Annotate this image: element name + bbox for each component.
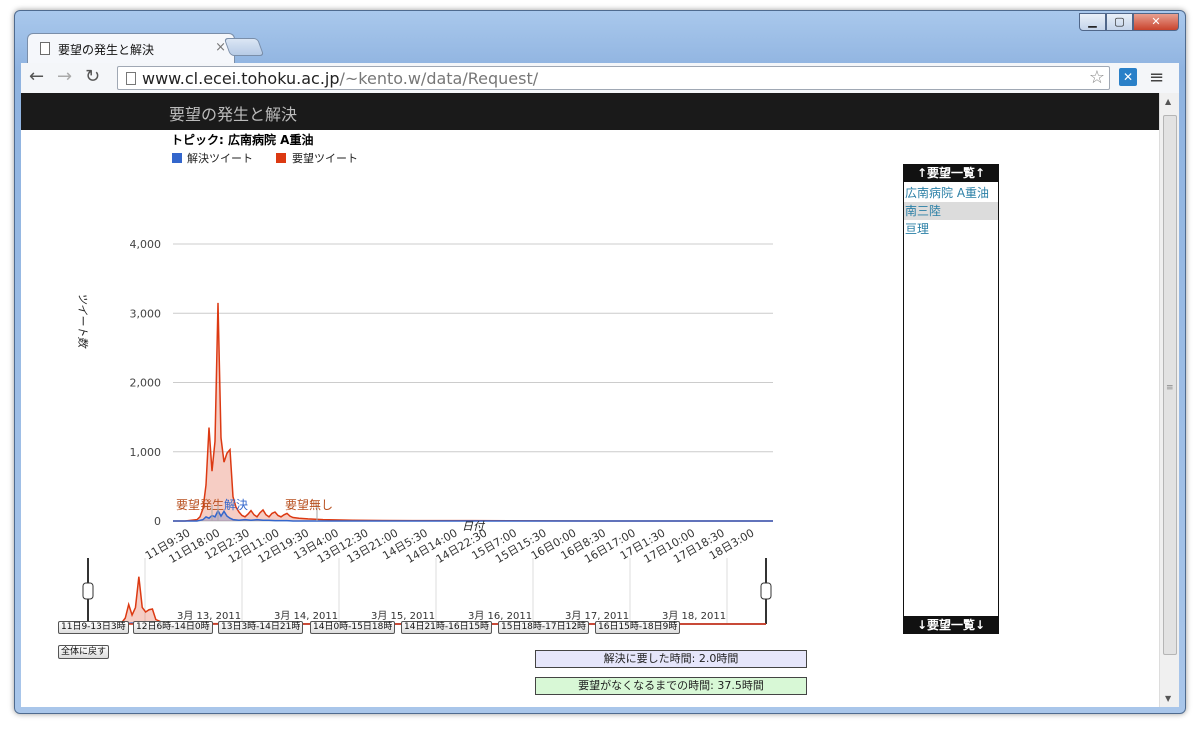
- maximize-button[interactable]: ▢: [1106, 13, 1133, 31]
- series-layer: [173, 302, 773, 522]
- range-button[interactable]: 15日18時-17日12時: [498, 621, 590, 634]
- page-icon: [126, 72, 136, 85]
- range-button[interactable]: 14日21時-16日15時: [401, 621, 493, 634]
- scrollbar-grip-icon: ≡: [1166, 383, 1174, 393]
- request-list-item[interactable]: 南三陸: [904, 202, 998, 220]
- annotation-label: 解決: [224, 498, 248, 512]
- page-header: 要望の発生と解決: [21, 93, 1159, 130]
- x-axis-label: 日付: [462, 520, 486, 533]
- legend-swatch-request: [276, 153, 286, 163]
- page-icon: [40, 42, 50, 55]
- page-title: 要望の発生と解決: [169, 105, 298, 124]
- y-axis-label: ツイート数: [76, 293, 89, 350]
- y-tick-label: 2,000: [130, 377, 162, 390]
- annotation-label: 要望無し: [285, 497, 333, 512]
- range-handle-right[interactable]: [760, 582, 772, 600]
- series-area: [173, 302, 773, 521]
- request-list-scroll-up[interactable]: ↑要望一覧↑: [903, 164, 999, 182]
- browser-window: 要望の発生と解決 × ▁ ▢ ✕ ← → ↻ www.cl.ecei.tohok…: [14, 10, 1186, 714]
- series-line: [173, 302, 773, 522]
- chart-title: トピック: 広南病院 A重油: [171, 132, 313, 147]
- legend-label-resolve: 解決ツイート: [187, 151, 253, 165]
- range-button[interactable]: 12日6時-14日0時: [133, 621, 213, 634]
- y-tick-label: 1,000: [130, 446, 162, 459]
- request-list-scroll-down[interactable]: ↓要望一覧↓: [903, 616, 999, 634]
- minimize-button[interactable]: ▁: [1079, 13, 1106, 31]
- range-button[interactable]: 14日0時-15日18時: [310, 621, 396, 634]
- legend-swatch-resolve: [172, 153, 182, 163]
- url-text: www.cl.ecei.tohoku.ac.jp/~kento.w/data/R…: [142, 69, 538, 88]
- address-bar[interactable]: www.cl.ecei.tohoku.ac.jp/~kento.w/data/R…: [117, 66, 1110, 90]
- title-bar: 要望の発生と解決 × ▁ ▢ ✕: [15, 11, 1185, 63]
- range-handle-left[interactable]: [82, 582, 94, 600]
- legend-label-request: 要望ツイート: [292, 152, 358, 165]
- request-list: 広南病院 A重油 南三陸 亘理: [904, 184, 998, 238]
- url-host: www.cl.ecei.tohoku.ac.jp: [142, 69, 340, 88]
- request-list-item[interactable]: 亘理: [904, 220, 998, 238]
- window-controls: ▁ ▢ ✕: [1079, 13, 1179, 31]
- page-viewport: 要望の発生と解決 トピック: 広南病院 A重油 解決ツイート 要望ツイート 0 1…: [21, 93, 1179, 707]
- bookmark-star-icon[interactable]: ☆: [1089, 67, 1105, 88]
- grid-lines: [173, 243, 773, 522]
- page-scrollbar[interactable]: ▲ ≡ ▼: [1159, 93, 1179, 707]
- tab-active[interactable]: 要望の発生と解決 ×: [27, 33, 235, 63]
- resolve-time-box: 解決に要した時間: 2.0時間: [535, 650, 807, 668]
- reset-view-button[interactable]: 全体に戻す: [58, 645, 110, 659]
- main-chart: トピック: 広南病院 A重油 解決ツイート 要望ツイート 0 1,000 2,000…: [76, 132, 773, 566]
- y-tick-label: 4,000: [130, 238, 162, 251]
- menu-icon[interactable]: ≡: [1149, 67, 1164, 88]
- range-button[interactable]: 11日9-13日3時: [58, 621, 129, 634]
- y-tick-label: 0: [154, 515, 161, 528]
- y-tick-label: 3,000: [130, 307, 162, 320]
- close-button[interactable]: ✕: [1133, 13, 1179, 31]
- y-tick-labels: 0 1,000 2,000 3,000 4,000: [130, 238, 162, 528]
- range-button[interactable]: 13日3時-14日21時: [218, 621, 304, 634]
- back-arrow-icon[interactable]: ←: [29, 66, 44, 87]
- url-path: /~kento.w/data/Request/: [339, 69, 539, 88]
- browser-toolbar: ← → ↻ www.cl.ecei.tohoku.ac.jp/~kento.w/…: [21, 63, 1179, 93]
- tab-title: 要望の発生と解決: [58, 43, 155, 57]
- range-button[interactable]: 16日15時-18日9時: [595, 621, 681, 634]
- no-request-time-box: 要望がなくなるまでの時間: 37.5時間: [535, 677, 807, 695]
- new-tab-button[interactable]: [223, 38, 265, 56]
- scroll-up-icon[interactable]: ▲: [1165, 97, 1171, 106]
- request-list-panel: ↑要望一覧↑ 広南病院 A重油 南三陸 亘理 ↓要望一覧↓: [903, 164, 999, 634]
- reload-icon[interactable]: ↻: [85, 66, 100, 87]
- forward-arrow-icon[interactable]: →: [57, 66, 72, 87]
- annotation-label: 要望発生: [176, 498, 224, 512]
- request-list-item[interactable]: 広南病院 A重油: [904, 184, 998, 202]
- extension-icon[interactable]: ✕: [1119, 68, 1137, 86]
- scroll-down-icon[interactable]: ▼: [1165, 694, 1171, 703]
